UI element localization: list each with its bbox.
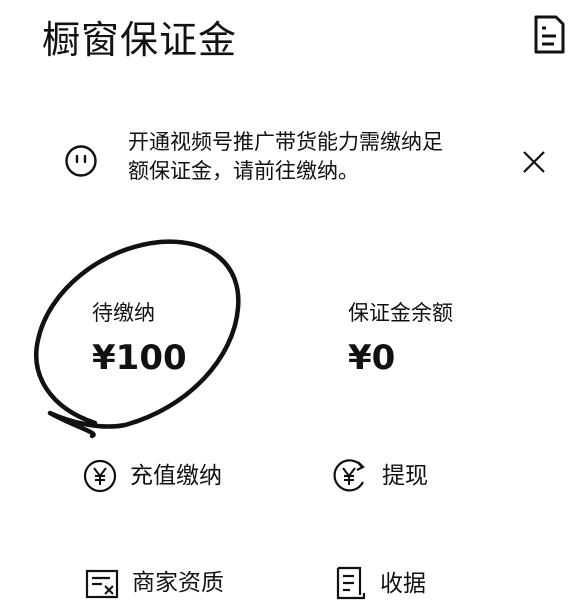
recharge-label: 充值缴纳 — [130, 463, 222, 489]
document-list-icon[interactable] — [532, 15, 566, 55]
yuan-refresh-icon — [333, 459, 365, 492]
notice-line-1: 开通视频号推广带货能力需缴纳足 — [128, 130, 443, 154]
notice-text: 开通视频号推广带货能力需缴纳足 额保证金，请前往缴纳。 — [128, 128, 498, 186]
merchant-qualification-button[interactable]: 商家资质 — [84, 565, 224, 601]
yuan-coin-icon — [83, 459, 117, 493]
license-card-icon — [85, 569, 119, 599]
deposit-balance-value: ¥0 — [348, 338, 396, 378]
deposit-balance-label: 保证金余额 — [348, 301, 453, 325]
close-icon[interactable] — [520, 148, 548, 176]
pending-payment-label: 待缴纳 — [92, 301, 155, 325]
withdraw-button[interactable]: 提现 — [330, 458, 428, 494]
recharge-button[interactable]: 充值缴纳 — [82, 458, 222, 494]
receipt-button[interactable]: 收据 — [334, 565, 426, 603]
receipt-label: 收据 — [380, 571, 426, 597]
notice-line-2: 额保证金，请前往缴纳。 — [128, 159, 359, 183]
face-icon — [65, 145, 97, 177]
merchant-qualification-label: 商家资质 — [132, 570, 224, 596]
pending-payment-value: ¥100 — [92, 338, 187, 378]
receipt-icon — [336, 566, 366, 600]
withdraw-label: 提现 — [382, 463, 428, 489]
page-title: 橱窗保证金 — [42, 18, 238, 62]
